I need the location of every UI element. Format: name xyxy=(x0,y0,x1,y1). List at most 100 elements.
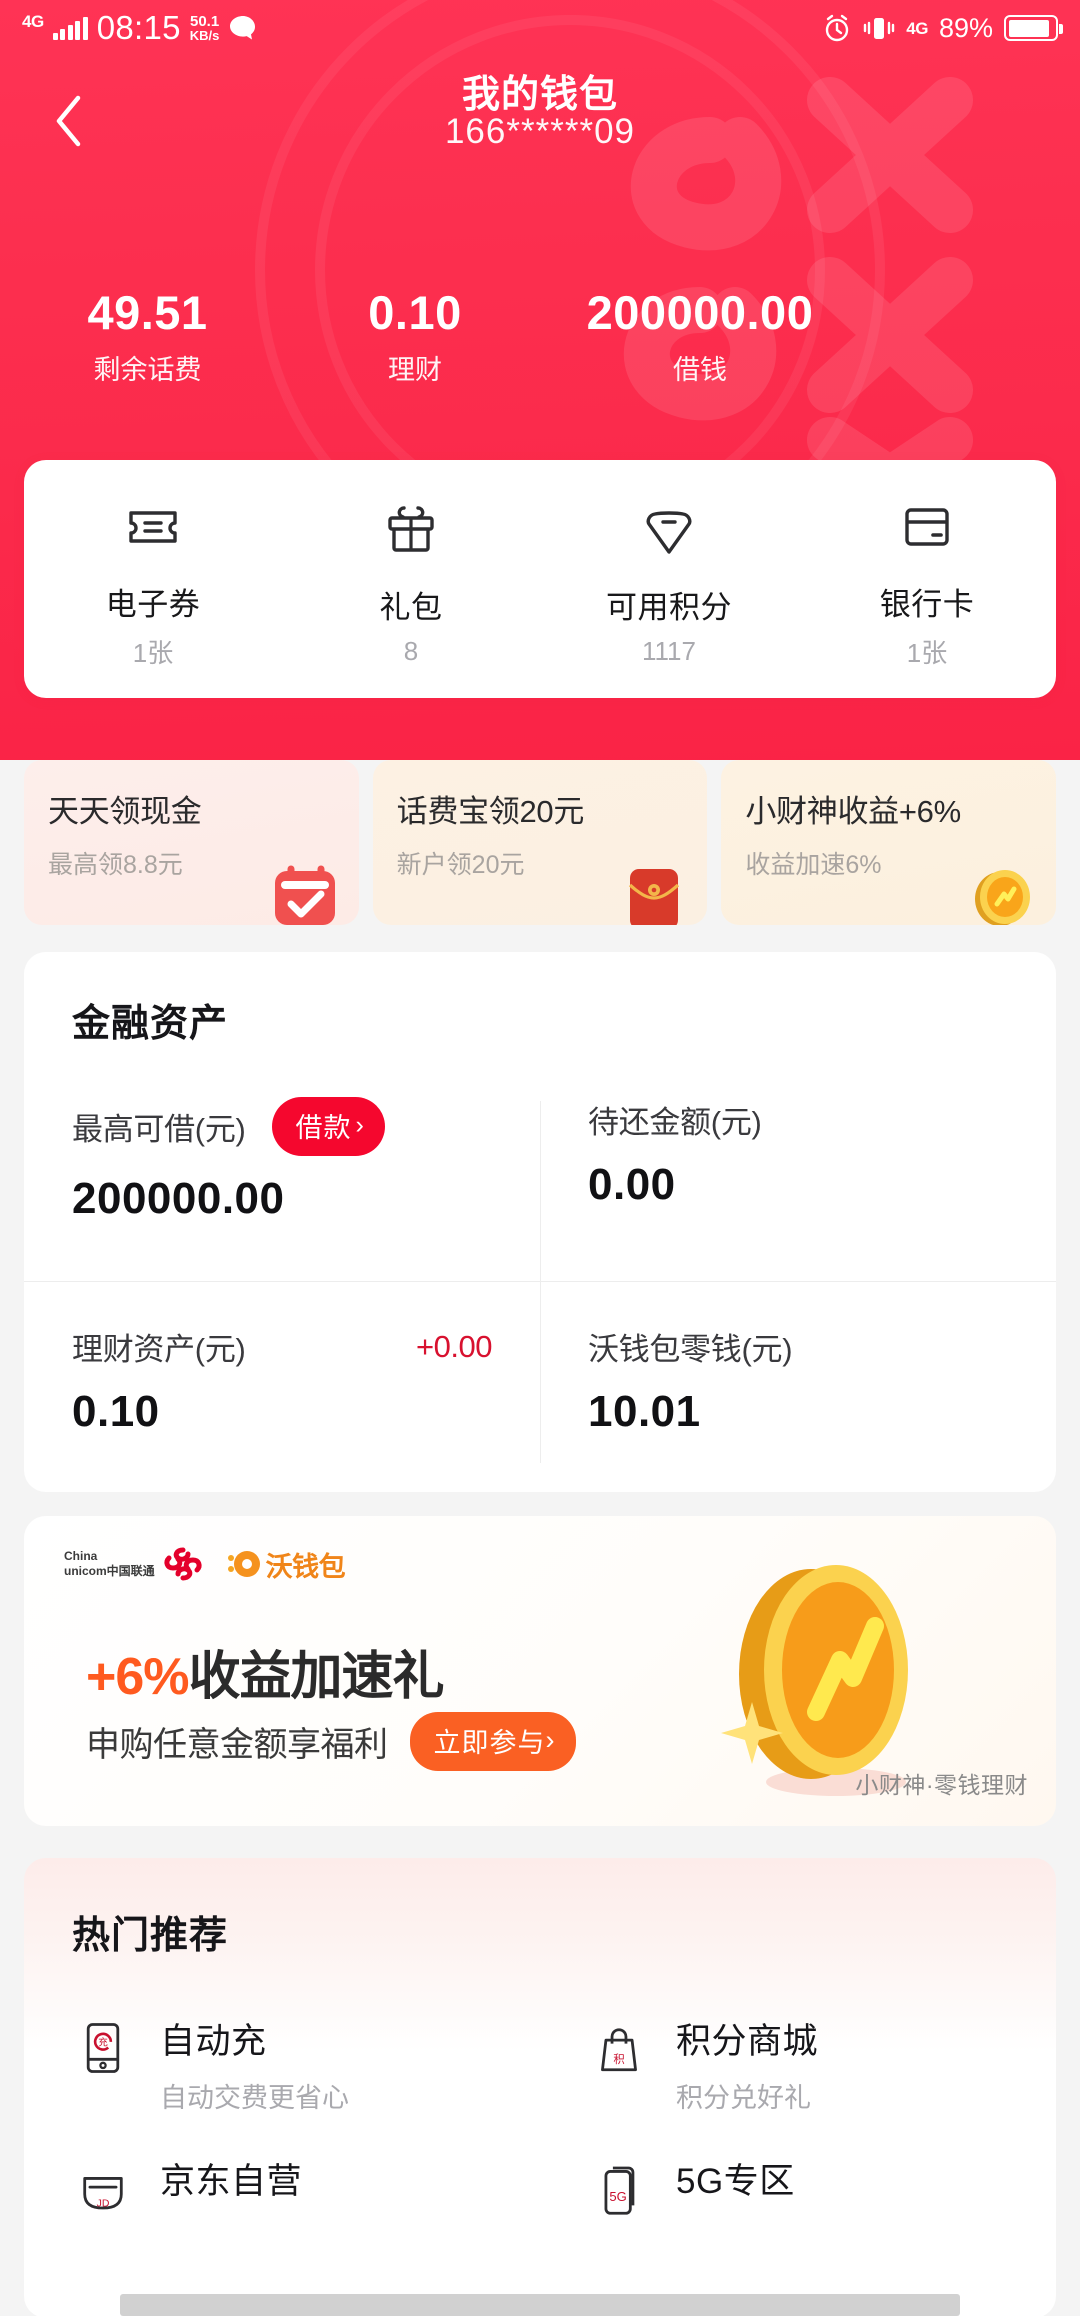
signal-bars-icon xyxy=(52,16,88,40)
promotion-banner[interactable]: China unicom中国联通 沃钱包 +6%收益加速礼 申购任意金额享福利 … xyxy=(24,1516,1056,1826)
unicom-knot-icon xyxy=(164,1547,202,1581)
stat-value: 0.10 xyxy=(368,286,462,339)
quick-action-label: 礼包 xyxy=(379,589,443,625)
cell-value: 10.01 xyxy=(588,1387,701,1436)
stat-label: 剩余话费 xyxy=(93,355,202,386)
promo-wealth-boost[interactable]: 小财神收益+6% 收益加速6% xyxy=(721,760,1057,925)
banner-headline-accent: +6% xyxy=(86,1648,190,1706)
financial-cell-wealth-assets[interactable]: 理财资产(元) +0.00 0.10 xyxy=(24,1281,540,1477)
section-title-financial: 金融资产 xyxy=(72,1003,229,1045)
banner-headline-rest: 收益加速礼 xyxy=(188,1648,445,1706)
join-now-label: 立即参与 xyxy=(433,1728,546,1758)
financial-cell-wallet-change[interactable]: 沃钱包零钱(元) 10.01 xyxy=(540,1281,1056,1477)
quick-action-coupons[interactable]: 电子券 1张 xyxy=(24,489,282,670)
quick-action-count: 1117 xyxy=(642,635,696,666)
borrow-button-label: 借款 xyxy=(295,1113,352,1143)
promo-strip: 天天领现金 最高领8.8元 话费宝领20元 新户领20元 小财神收益+6% 收益… xyxy=(24,760,1057,925)
section-title-hot: 热门推荐 xyxy=(72,1915,229,1957)
stat-balance[interactable]: 49.51 剩余话费 xyxy=(0,288,295,387)
gold-coin-icon xyxy=(975,870,1031,925)
points-mall-bag-icon: 积 xyxy=(588,2017,650,2079)
stat-value: 200000.00 xyxy=(586,286,814,339)
clock-time: 08:15 xyxy=(96,9,181,46)
stat-value: 49.51 xyxy=(87,286,208,339)
svg-text:积: 积 xyxy=(613,2053,624,2066)
hot-item-text: 积分商城 积分兑好礼 xyxy=(676,2013,818,2115)
financial-cell-repay-amount[interactable]: 待还金额(元) 0.00 xyxy=(540,1087,1056,1273)
hot-item-desc: 自动交费更省心 xyxy=(160,2083,349,2113)
china-unicom-wordmark: China unicom中国联通 xyxy=(64,1549,155,1578)
promo-title: 小财神收益+6% xyxy=(745,794,961,829)
borrow-button[interactable]: 借款 › xyxy=(271,1097,385,1156)
hot-item-auto-recharge[interactable]: 充 自动充 自动交费更省心 xyxy=(24,2013,540,2153)
hot-item-name: 京东自营 xyxy=(160,2162,303,2201)
network-type-right-label: 4G xyxy=(906,18,928,38)
gift-box-icon xyxy=(282,492,540,568)
hot-item-points-mall[interactable]: 积 积分商城 积分兑好礼 xyxy=(540,2013,1056,2153)
stat-wealth[interactable]: 0.10 理财 xyxy=(295,288,535,387)
join-now-button[interactable]: 立即参与 › xyxy=(409,1712,576,1771)
quick-action-points[interactable]: 可用积分 1117 xyxy=(540,492,798,667)
auto-recharge-phone-icon: 充 xyxy=(72,2017,134,2079)
5g-zone-icon: 5G xyxy=(588,2157,650,2219)
cell-header: 理财资产(元) +0.00 xyxy=(72,1324,492,1369)
quick-action-count: 8 xyxy=(403,635,419,666)
banner-brand-logos: China unicom中国联通 沃钱包 xyxy=(64,1544,346,1584)
hot-item-text: 5G专区 xyxy=(676,2153,795,2216)
chevron-right-icon: › xyxy=(355,1111,365,1139)
promo-daily-cash[interactable]: 天天领现金 最高领8.8元 xyxy=(24,760,359,925)
alarm-clock-icon xyxy=(822,13,852,43)
cell-label: 理财资产(元) xyxy=(72,1332,246,1367)
financial-assets-card: 金融资产 最高可借(元) 借款 › 200000.00 待还金额(元) 0.00 xyxy=(24,952,1056,1492)
hot-item-jd-store[interactable]: JD 京东自营 xyxy=(24,2153,540,2293)
svg-text:JD: JD xyxy=(97,2198,110,2209)
status-bar-right: 4G 89% xyxy=(822,12,1063,44)
account-phone-number: 166******09 xyxy=(444,111,636,151)
ticket-icon xyxy=(24,489,282,565)
quick-action-bankcard[interactable]: 银行卡 1张 xyxy=(798,489,1056,670)
svg-text:充: 充 xyxy=(98,2036,108,2048)
battery-percent-label: 89% xyxy=(938,12,993,43)
promo-title: 天天领现金 xyxy=(48,794,202,829)
stat-label: 理财 xyxy=(388,355,442,386)
hot-item-5g-zone[interactable]: 5G 5G专区 xyxy=(540,2153,1056,2293)
china-unicom-logo: China unicom中国联通 xyxy=(64,1544,205,1584)
hot-item-text: 自动充 自动交费更省心 xyxy=(160,2013,349,2115)
wo-wallet-logo: 沃钱包 xyxy=(225,1545,346,1584)
cell-label: 沃钱包零钱(元) xyxy=(588,1332,793,1367)
status-bar: 4G 08:15 50.1 KB/s 4G 89% xyxy=(0,0,1080,56)
network-speed-value: 50.1 xyxy=(189,12,220,30)
quick-action-label: 电子券 xyxy=(105,586,201,622)
promo-title: 话费宝领20元 xyxy=(396,794,585,829)
cell-delta: +0.00 xyxy=(416,1328,492,1364)
hot-recommendations-grid: 充 自动充 自动交费更省心 积 积分商城 积分兑好礼 JD 京东自营 5G 5G… xyxy=(24,2013,1056,2293)
bank-card-icon xyxy=(798,489,1056,565)
chat-bubble-icon xyxy=(228,14,258,42)
hot-item-desc: 积分兑好礼 xyxy=(676,2083,811,2113)
hot-item-name: 积分商城 xyxy=(676,2022,819,2061)
quick-actions-card: 电子券 1张 礼包 8 可用积分 1117 银行卡 1张 xyxy=(24,460,1056,698)
cell-label: 最高可借(元) xyxy=(72,1112,246,1147)
battery-icon xyxy=(1004,15,1063,41)
gold-coin-icon xyxy=(721,1565,908,1796)
wo-wallet-label: 沃钱包 xyxy=(265,1551,346,1582)
quick-action-count: 1张 xyxy=(132,637,174,668)
calendar-check-icon xyxy=(274,865,335,925)
scroll-indicator[interactable] xyxy=(120,2294,960,2316)
banner-headline: +6%收益加速礼 xyxy=(86,1634,445,1709)
stat-loan[interactable]: 200000.00 借钱 xyxy=(535,288,865,387)
status-bar-left: 4G 08:15 50.1 KB/s xyxy=(22,9,258,47)
red-envelope-icon xyxy=(629,869,680,925)
banner-subtitle: 申购任意金额享福利 xyxy=(86,1726,388,1764)
network-type-label: 4G xyxy=(22,11,44,31)
cell-header: 最高可借(元) 借款 › xyxy=(72,1097,492,1156)
svg-text:5G: 5G xyxy=(609,2189,626,2204)
promo-fee-bonus[interactable]: 话费宝领20元 新户领20元 xyxy=(372,760,708,925)
quick-action-giftpack[interactable]: 礼包 8 xyxy=(282,492,540,667)
jd-store-icon: JD xyxy=(72,2157,134,2219)
cell-value: 200000.00 xyxy=(72,1174,285,1223)
wallet-screen: 4G 08:15 50.1 KB/s 4G 89% 我的钱包 166******… xyxy=(0,0,1080,2316)
quick-action-count: 1张 xyxy=(906,637,948,668)
summary-stats-row: 49.51 剩余话费 0.10 理财 200000.00 借钱 xyxy=(0,288,1080,387)
financial-cell-max-loan[interactable]: 最高可借(元) 借款 › 200000.00 xyxy=(24,1087,540,1273)
